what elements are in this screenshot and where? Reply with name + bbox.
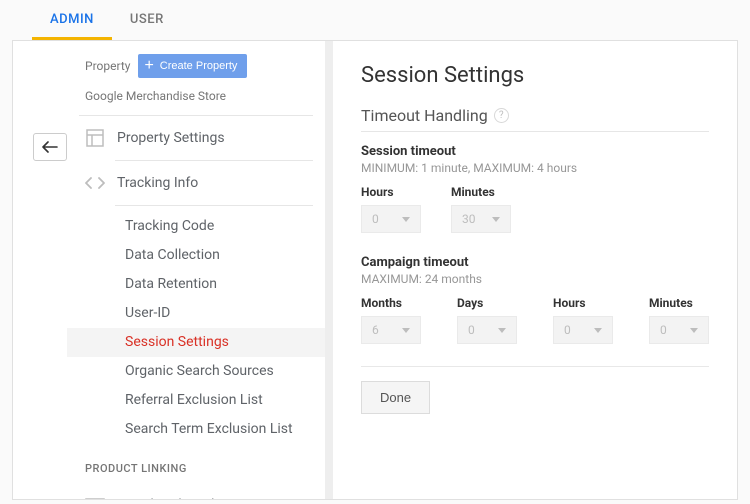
campaign-timeout-label: Campaign timeout — [361, 255, 709, 270]
chevron-down-icon — [690, 328, 698, 333]
chevron-down-icon — [492, 217, 500, 222]
campaign-hours-select[interactable]: 0 — [553, 316, 613, 344]
back-column — [13, 41, 67, 499]
sub-tracking-code[interactable]: Tracking Code — [67, 212, 325, 241]
select-value: 6 — [372, 323, 379, 337]
days-label: Days — [457, 296, 517, 310]
select-value: 0 — [660, 323, 667, 337]
code-icon — [85, 173, 105, 193]
sub-session-settings[interactable]: Session Settings — [67, 328, 325, 357]
nav-property-settings[interactable]: Property Settings — [67, 116, 325, 160]
months-label: Months — [361, 296, 421, 310]
nav-google-ads-linking[interactable]: Google Ads Linking — [67, 483, 325, 499]
main-panel: Session Settings Timeout Handling ? Sess… — [333, 41, 737, 499]
content-panel: Property + Create Property Google Mercha… — [12, 40, 738, 500]
nav-tracking-info[interactable]: Tracking Info — [67, 161, 325, 205]
sub-user-id[interactable]: User-ID — [67, 299, 325, 328]
campaign-minutes-select[interactable]: 0 — [649, 316, 709, 344]
top-tabs: ADMIN USER — [0, 0, 750, 40]
done-button[interactable]: Done — [361, 381, 430, 414]
property-label: Property — [85, 59, 130, 73]
select-value: 0 — [564, 323, 571, 337]
sub-referral-exclusion-list[interactable]: Referral Exclusion List — [67, 386, 325, 415]
create-property-button[interactable]: + Create Property — [138, 54, 247, 78]
nav-label: Tracking Info — [117, 175, 198, 191]
sub-data-retention[interactable]: Data Retention — [67, 270, 325, 299]
tab-admin[interactable]: ADMIN — [32, 0, 112, 40]
minutes-label: Minutes — [451, 185, 511, 199]
hours-label: Hours — [361, 185, 421, 199]
layout-icon — [85, 128, 105, 148]
page-title: Session Settings — [361, 63, 709, 88]
timeout-handling-title: Timeout Handling — [361, 106, 488, 125]
chevron-down-icon — [498, 328, 506, 333]
divider — [361, 366, 709, 367]
sub-search-term-exclusion-list[interactable]: Search Term Exclusion List — [67, 415, 325, 444]
tracking-sublist: Tracking Code Data Collection Data Reten… — [67, 206, 325, 450]
sidebar: Property + Create Property Google Mercha… — [67, 41, 325, 499]
select-value: 0 — [468, 323, 475, 337]
tab-user[interactable]: USER — [112, 0, 182, 40]
sub-organic-search-sources[interactable]: Organic Search Sources — [67, 357, 325, 386]
session-minutes-select[interactable]: 30 — [451, 205, 511, 233]
session-timeout-label: Session timeout — [361, 144, 709, 159]
chevron-down-icon — [402, 328, 410, 333]
session-hours-select[interactable]: 0 — [361, 205, 421, 233]
chevron-down-icon — [594, 328, 602, 333]
ads-icon — [85, 495, 105, 499]
plus-icon: + — [144, 58, 153, 74]
campaign-timeout-constraint: MAXIMUM: 24 months — [361, 272, 709, 286]
select-value: 30 — [462, 212, 476, 226]
chevron-down-icon — [402, 217, 410, 222]
product-linking-header: PRODUCT LINKING — [67, 450, 325, 483]
campaign-days-select[interactable]: 0 — [457, 316, 517, 344]
property-name[interactable]: Google Merchandise Store — [67, 79, 325, 115]
arrow-left-icon — [42, 141, 58, 153]
help-icon[interactable]: ? — [494, 108, 509, 123]
nav-label: Google Ads Linking — [117, 497, 237, 499]
campaign-months-select[interactable]: 6 — [361, 316, 421, 344]
nav-label: Property Settings — [117, 130, 225, 146]
back-button[interactable] — [33, 133, 67, 161]
sub-data-collection[interactable]: Data Collection — [67, 241, 325, 270]
minutes-label: Minutes — [649, 296, 709, 310]
create-property-label: Create Property — [160, 60, 238, 72]
side-divider — [325, 41, 333, 499]
hours-label: Hours — [553, 296, 613, 310]
session-timeout-constraint: MINIMUM: 1 minute, MAXIMUM: 4 hours — [361, 161, 709, 175]
select-value: 0 — [372, 212, 379, 226]
